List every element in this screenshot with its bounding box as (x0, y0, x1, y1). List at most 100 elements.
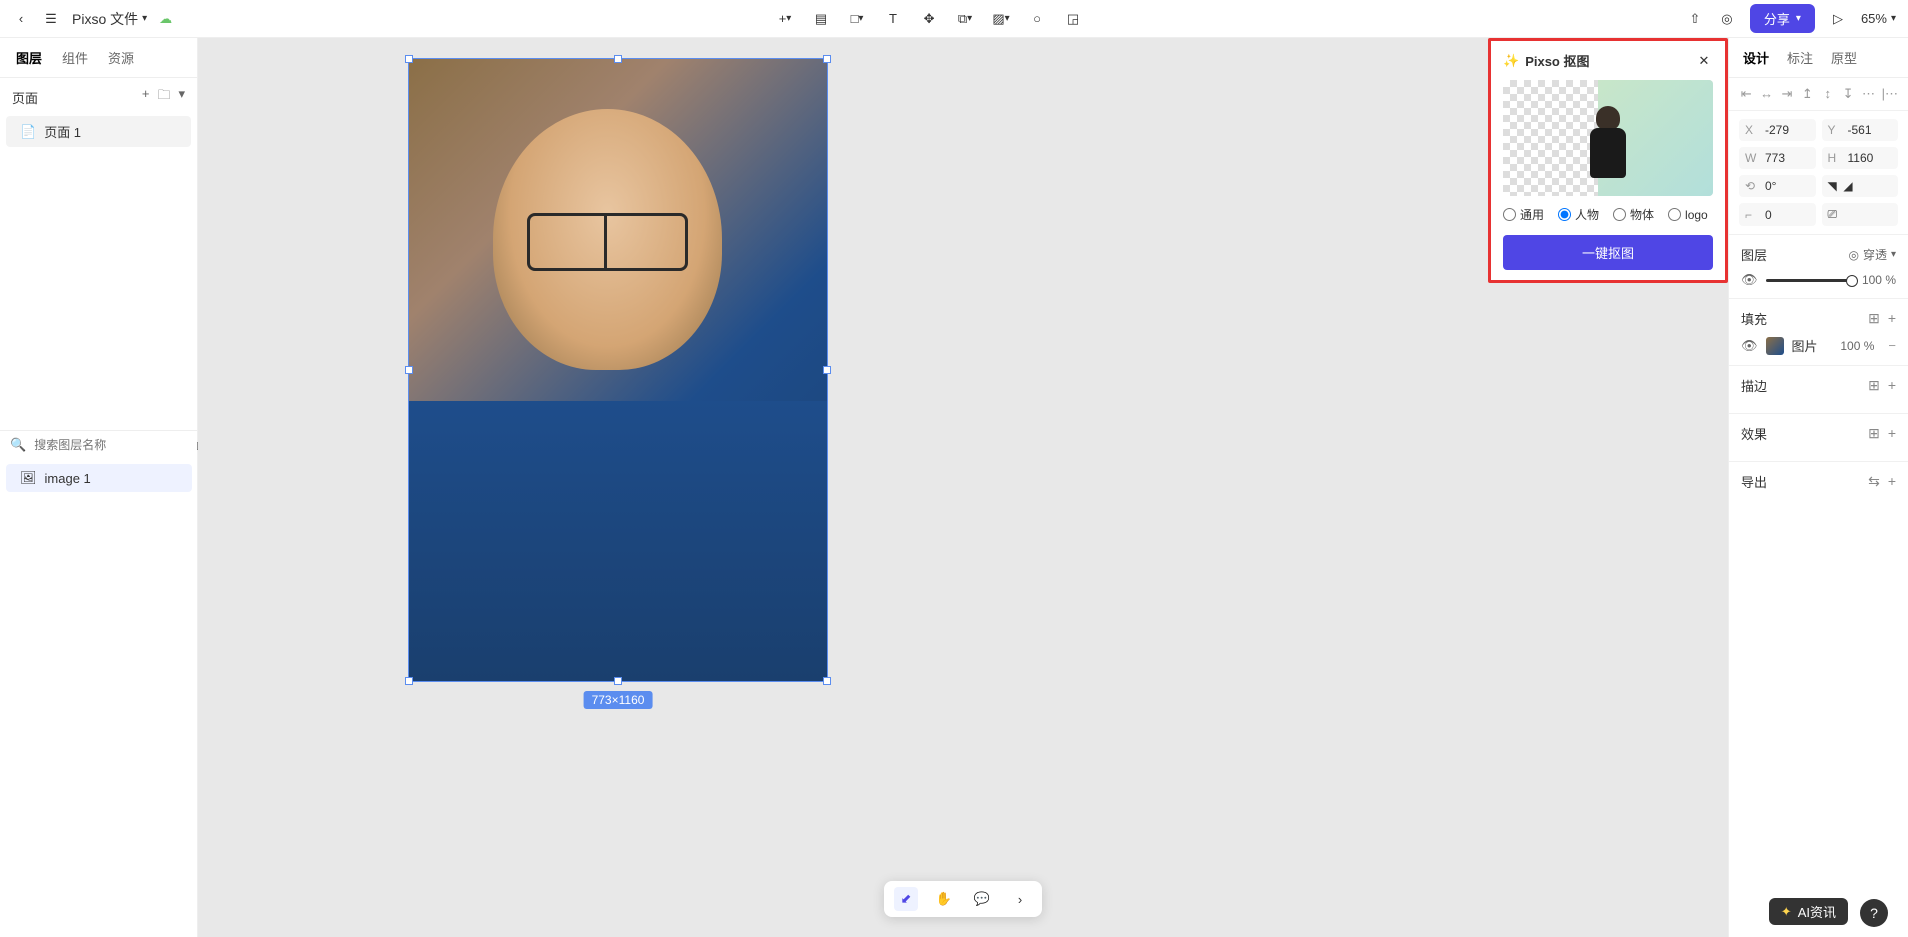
opacity-slider[interactable] (1766, 279, 1854, 282)
tab-assets[interactable]: 资源 (108, 48, 134, 67)
opacity-value[interactable]: 100 % (1862, 273, 1896, 287)
align-bottom-icon[interactable]: ↧ (1841, 86, 1855, 102)
blend-mode[interactable]: ◎ 穿透 ▾ (1848, 246, 1896, 263)
distribute-icon[interactable]: ⋯ (1861, 86, 1875, 102)
style-icon[interactable]: ⊞ (1868, 425, 1880, 442)
frame-icon[interactable]: ▤ (812, 10, 830, 28)
resize-handle-nw[interactable] (405, 55, 413, 63)
tab-annotate[interactable]: 标注 (1787, 48, 1813, 67)
remove-fill-icon[interactable]: − (1888, 338, 1896, 353)
text-icon[interactable]: T (884, 10, 902, 28)
chevron-down-icon: ▾ (1891, 13, 1896, 24)
resize-handle-e[interactable] (823, 366, 831, 374)
expand-corner[interactable]: ⎚ (1822, 203, 1899, 226)
chevron-down-icon[interactable]: ▾ (178, 86, 185, 108)
pages-header-icons: + 🗀 ▾ (142, 86, 185, 108)
flip-h-icon[interactable]: ◥ (1828, 179, 1837, 193)
radio-object[interactable]: 物体 (1613, 206, 1654, 223)
add-page-icon[interactable]: + (142, 86, 150, 108)
move-icon[interactable]: ✥ (920, 10, 938, 28)
menu-icon[interactable]: ☰ (42, 10, 60, 28)
add-icon[interactable]: +▾ (776, 10, 794, 28)
matting-run-button[interactable]: 一键抠图 (1503, 235, 1713, 270)
add-effect-icon[interactable]: + (1888, 425, 1896, 442)
resize-handle-s[interactable] (614, 677, 622, 685)
selected-image[interactable]: 773×1160 (408, 58, 828, 682)
align-vcenter-icon[interactable]: ↕ (1821, 86, 1835, 102)
fill-thumbnail[interactable] (1766, 337, 1784, 355)
canvas[interactable]: 773×1160 ✨ Pixso 抠图 ✕ 通用 人物 物体 logo (198, 38, 1728, 937)
close-icon[interactable]: ✕ (1695, 52, 1713, 70)
corner-field[interactable]: ⌐0 (1739, 203, 1816, 226)
ai-badge[interactable]: ✦ AI资讯 (1769, 898, 1848, 925)
matting-radios: 通用 人物 物体 logo (1503, 206, 1713, 223)
rotation-field[interactable]: ⟲0° (1739, 175, 1816, 197)
search-input[interactable] (34, 438, 189, 452)
style-icon[interactable]: ⊞ (1868, 310, 1880, 327)
file-title[interactable]: Pixso 文件 ▾ (72, 9, 147, 29)
tab-components[interactable]: 组件 (62, 48, 88, 67)
layer-section-title: 图层 (1741, 245, 1767, 264)
resize-handle-se[interactable] (823, 677, 831, 685)
x-field[interactable]: X-279 (1739, 119, 1816, 141)
play-icon[interactable]: ▷ (1829, 10, 1847, 28)
help-button[interactable]: ? (1860, 899, 1888, 927)
hand-tool-icon[interactable]: ✋ (932, 887, 956, 911)
resize-handle-n[interactable] (614, 55, 622, 63)
right-panel: 设计 标注 原型 ⇤ ↔ ⇥ ↥ ↕ ↧ ⋯ |⋯ X-279 Y-561 W7… (1728, 38, 1908, 937)
y-field[interactable]: Y-561 (1822, 119, 1899, 141)
resize-handle-ne[interactable] (823, 55, 831, 63)
w-field[interactable]: W773 (1739, 147, 1816, 169)
tab-layers[interactable]: 图层 (16, 48, 42, 67)
fill-row[interactable]: 👁 图片 100 % − (1741, 336, 1896, 355)
fill-visibility-icon[interactable]: 👁 (1741, 338, 1758, 354)
page-item[interactable]: 📄 页面 1 (6, 116, 191, 147)
resize-handle-sw[interactable] (405, 677, 413, 685)
visibility-icon[interactable]: 👁 (1741, 272, 1758, 288)
tab-design[interactable]: 设计 (1743, 48, 1769, 67)
folder-icon[interactable]: 🗀 (157, 86, 170, 108)
tab-prototype[interactable]: 原型 (1831, 48, 1857, 67)
more-align-icon[interactable]: |⋯ (1882, 86, 1898, 102)
cloud-sync-icon[interactable]: ☁ (159, 11, 172, 27)
rect-icon[interactable]: □▾ (848, 10, 866, 28)
radio-logo[interactable]: logo (1668, 206, 1708, 223)
matting-title: ✨ Pixso 抠图 (1503, 51, 1589, 70)
layer-item[interactable]: 🖼 image 1 (6, 464, 192, 492)
comment-tool-icon[interactable]: 💬 (970, 887, 994, 911)
align-right-icon[interactable]: ⇥ (1780, 86, 1794, 102)
more-tools-icon[interactable]: › (1008, 887, 1032, 911)
right-tabs: 设计 标注 原型 (1729, 38, 1908, 78)
align-row: ⇤ ↔ ⇥ ↥ ↕ ↧ ⋯ |⋯ (1729, 78, 1908, 111)
export-settings-icon[interactable]: ⇆ (1868, 473, 1880, 490)
preview-head (1596, 106, 1620, 130)
effects-section-title: 效果 (1741, 424, 1767, 443)
radio-general[interactable]: 通用 (1503, 206, 1544, 223)
boolean-icon[interactable]: ⧉▾ (956, 10, 974, 28)
component-icon[interactable]: ▨▾ (992, 10, 1010, 28)
zoom-control[interactable]: 65% ▾ (1861, 11, 1896, 26)
ellipse-icon[interactable]: ○ (1028, 10, 1046, 28)
flip-v-icon[interactable]: ◢ (1843, 179, 1852, 193)
h-field[interactable]: H1160 (1822, 147, 1899, 169)
share-button[interactable]: 分享 ▾ (1750, 4, 1815, 33)
chevron-down-icon: ▾ (1796, 13, 1801, 24)
add-stroke-icon[interactable]: + (1888, 377, 1896, 394)
slice-icon[interactable]: ◲ (1064, 10, 1082, 28)
flip-field[interactable]: ◥ ◢ (1822, 175, 1899, 197)
style-icon[interactable]: ⊞ (1868, 377, 1880, 394)
resize-handle-w[interactable] (405, 366, 413, 374)
align-hcenter-icon[interactable]: ↔ (1759, 86, 1773, 102)
align-top-icon[interactable]: ↥ (1800, 86, 1814, 102)
location-icon[interactable]: ◎ (1718, 10, 1736, 28)
add-export-icon[interactable]: + (1888, 473, 1896, 490)
radio-people[interactable]: 人物 (1558, 206, 1599, 223)
align-left-icon[interactable]: ⇤ (1739, 86, 1753, 102)
add-fill-icon[interactable]: + (1888, 310, 1896, 327)
topbar: ‹ ☰ Pixso 文件 ▾ ☁ +▾ ▤ □▾ T ✥ ⧉▾ ▨▾ ○ ◲ ⇧… (0, 0, 1908, 38)
left-tabs: 图层 组件 资源 (0, 38, 197, 78)
badge-text: AI资讯 (1798, 902, 1836, 921)
plugin-icon[interactable]: ⇧ (1686, 10, 1704, 28)
back-icon[interactable]: ‹ (12, 10, 30, 28)
cursor-tool-icon[interactable]: ⬋ (894, 887, 918, 911)
